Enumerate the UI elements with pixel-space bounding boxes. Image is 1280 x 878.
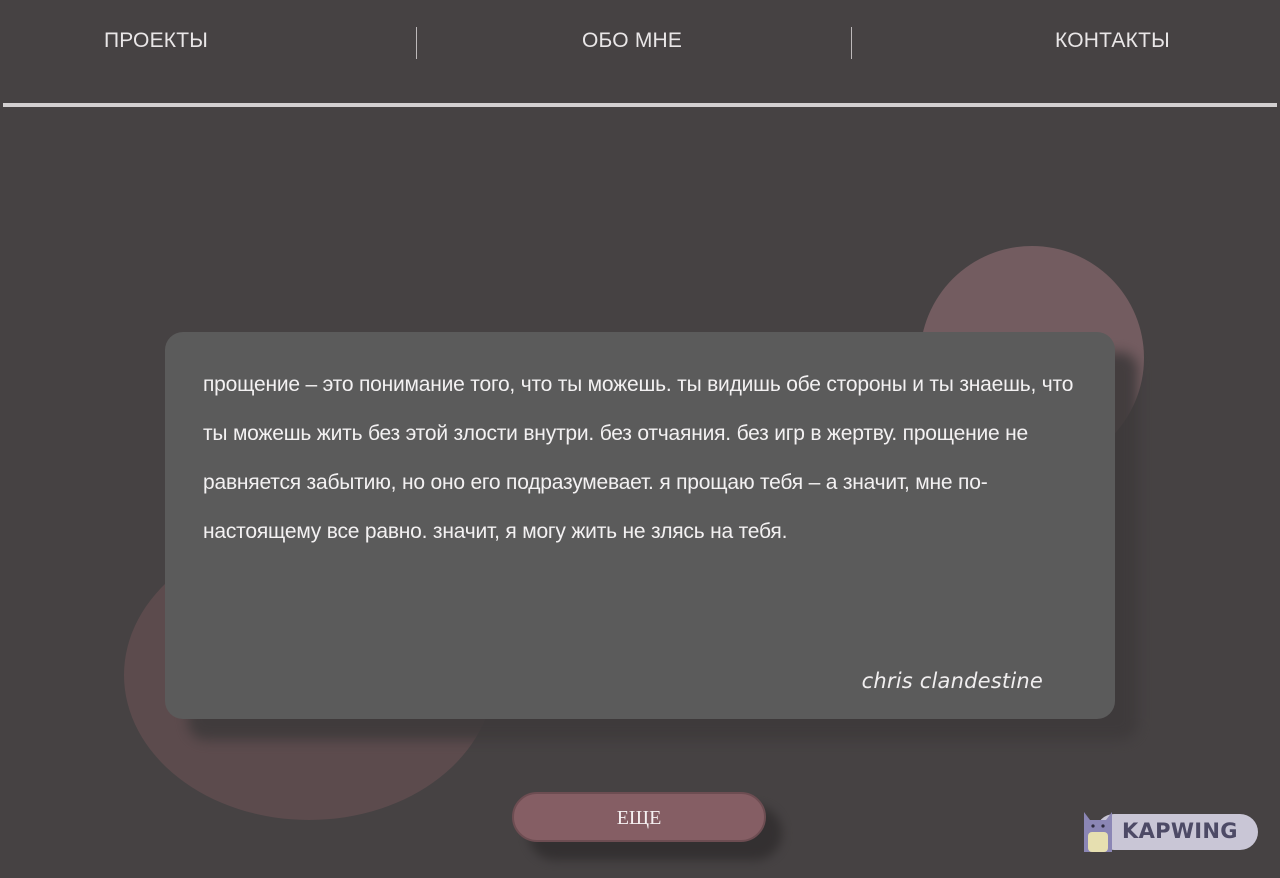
- top-navigation: ПРОЕКТЫ ОБО МНЕ КОНТАКТЫ: [0, 0, 1280, 86]
- nav-divider-line: [3, 103, 1277, 107]
- page: ПРОЕКТЫ ОБО МНЕ КОНТАКТЫ прощение – это …: [0, 0, 1280, 878]
- nav-separator: [851, 27, 852, 59]
- nav-item-contacts[interactable]: КОНТАКТЫ: [1055, 29, 1170, 53]
- more-button[interactable]: ЕЩЕ: [512, 792, 766, 842]
- nav-item-about[interactable]: ОБО МНЕ: [582, 29, 682, 53]
- watermark-text: KAPWING: [1122, 819, 1238, 843]
- quote-text: прощение – это понимание того, что ты мо…: [203, 373, 1074, 543]
- quote-card: прощение – это понимание того, что ты мо…: [165, 332, 1115, 719]
- kapwing-cat-icon: [1084, 812, 1112, 852]
- nav-item-projects[interactable]: ПРОЕКТЫ: [104, 29, 208, 53]
- nav-separator: [416, 27, 417, 59]
- kapwing-watermark: KAPWING: [1082, 806, 1260, 854]
- quote-author: chris clandestine: [861, 669, 1043, 693]
